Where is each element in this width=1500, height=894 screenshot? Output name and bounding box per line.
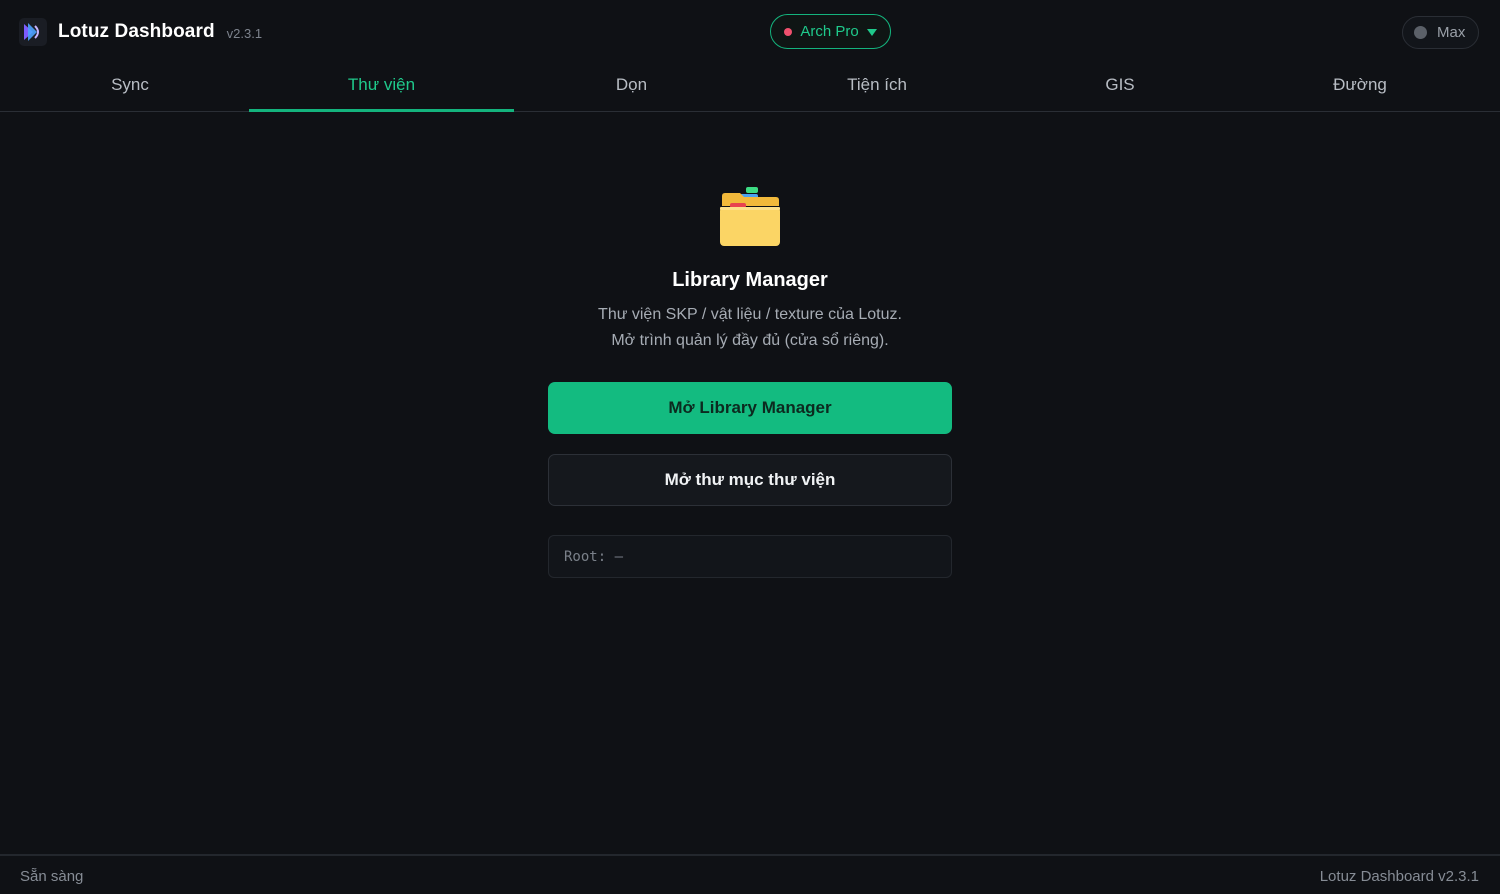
toggle-dot — [1414, 26, 1427, 39]
panel-description-line1: Thư viện SKP / vật liệu / texture của Lo… — [598, 306, 902, 323]
tab-utilities[interactable]: Tiện ích — [757, 62, 997, 111]
header: Lotuz Dashboard v2.3.1 Arch Pro Max — [0, 0, 1500, 62]
panel-title: Library Manager — [672, 269, 828, 291]
max-mode-toggle[interactable]: Max — [1402, 16, 1479, 49]
library-panel: Library Manager Thư viện SKP / vật liệu … — [0, 113, 1500, 854]
tab-cleanup[interactable]: Dọn — [514, 62, 749, 111]
tab-library[interactable]: Thư viện — [249, 62, 514, 112]
panel-description-line2: Mở trình quản lý đầy đủ (cửa sổ riêng). — [611, 332, 889, 349]
chevron-down-icon — [866, 29, 877, 36]
status-text: Sẵn sàng — [20, 868, 84, 885]
profile-label: Arch Pro — [800, 23, 859, 40]
profile-selector[interactable]: Arch Pro — [770, 14, 891, 49]
status-bar: Sẵn sàng Lotuz Dashboard v2.3.1 — [0, 854, 1500, 894]
app-title: Lotuz Dashboard — [58, 21, 215, 42]
tab-sync[interactable]: Sync — [10, 62, 250, 111]
profile-status-dot — [784, 27, 793, 36]
max-mode-label: Max — [1437, 24, 1466, 41]
folder-icon — [720, 187, 780, 246]
lotus-logo-icon — [19, 18, 47, 46]
brand: Lotuz Dashboard v2.3.1 — [19, 17, 262, 47]
open-library-manager-button[interactable]: Mở Library Manager — [548, 382, 952, 434]
status-app-version: Lotuz Dashboard v2.3.1 — [1319, 868, 1479, 885]
app-window: Lotuz Dashboard v2.3.1 Arch Pro Max Sync… — [0, 0, 1500, 894]
tab-gis[interactable]: GIS — [1000, 62, 1240, 111]
tab-roads[interactable]: Đường — [1240, 62, 1480, 111]
open-library-folder-button[interactable]: Mở thư mục thư viện — [548, 454, 952, 506]
app-version: v2.3.1 — [226, 25, 263, 41]
root-path-display: Root: — — [548, 535, 952, 578]
tab-bar: Sync Thư viện Dọn Tiện ích GIS Đường — [0, 62, 1500, 112]
